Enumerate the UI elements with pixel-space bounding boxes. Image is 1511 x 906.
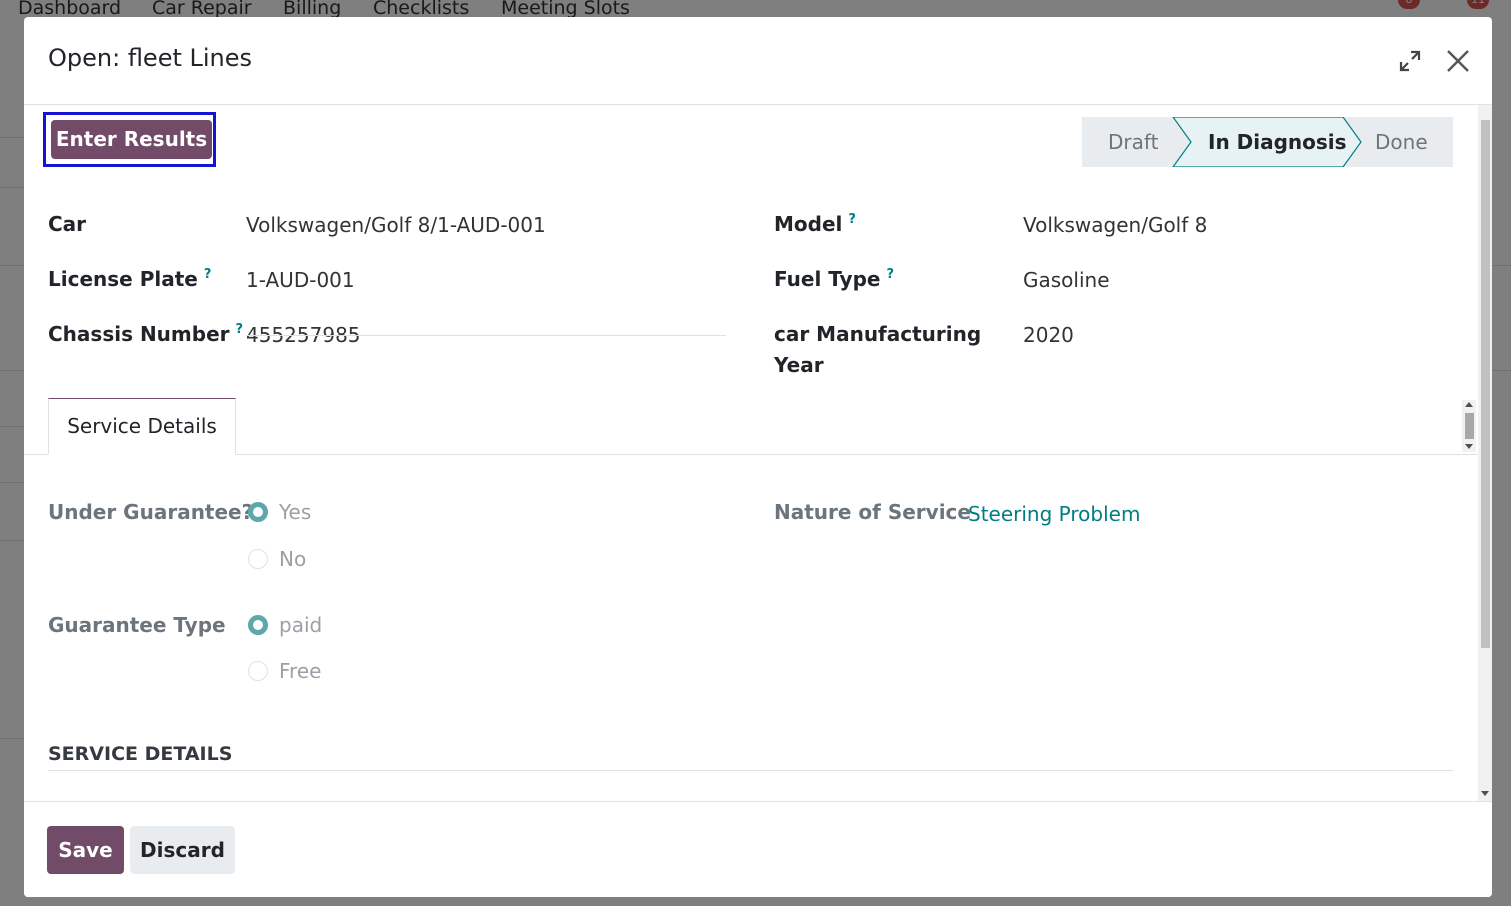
under-guarantee-label: Under Guarantee? (48, 500, 254, 524)
radio-no-label[interactable]: No (279, 547, 306, 571)
dialog-title: Open: fleet Lines (48, 44, 253, 72)
chassis-number-label: Chassis Number? (48, 322, 243, 346)
stage-done[interactable]: Done (1375, 117, 1428, 167)
guarantee-type-label: Guarantee Type (48, 613, 226, 637)
fuel-type-value: Gasoline (1023, 268, 1110, 292)
dialog-footer: Save Discard (24, 801, 1492, 897)
model-label-text: Model (774, 212, 843, 236)
model-value: Volkswagen/Golf 8 (1023, 213, 1208, 237)
radio-paid[interactable] (248, 615, 268, 635)
license-plate-label-text: License Plate (48, 267, 198, 291)
radio-yes-label[interactable]: Yes (279, 500, 311, 524)
fuel-type-label-text: Fuel Type (774, 267, 881, 291)
radio-paid-label[interactable]: paid (279, 613, 322, 637)
dialog-body[interactable]: Enter Results Draft In Diagnosis Done Ca… (24, 105, 1492, 801)
manufacturing-year-label-line2: Year (774, 353, 824, 377)
section-divider (48, 770, 1453, 771)
license-plate-value[interactable]: 1-AUD-001 (246, 268, 355, 292)
fuel-type-label: Fuel Type? (774, 267, 894, 291)
discard-button[interactable]: Discard (130, 826, 235, 874)
scroll-down-icon[interactable] (1481, 791, 1489, 796)
help-icon[interactable]: ? (886, 267, 894, 282)
section-title: SERVICE DETAILS (48, 743, 233, 765)
radio-yes[interactable] (248, 502, 268, 522)
help-icon[interactable]: ? (848, 212, 856, 227)
chassis-input-underline (246, 335, 726, 336)
dialog-header: Open: fleet Lines (24, 17, 1492, 105)
car-label: Car (48, 212, 87, 236)
dialog-scrollbar-thumb[interactable] (1481, 120, 1490, 648)
model-label: Model? (774, 212, 856, 236)
tabs-divider (24, 454, 1480, 455)
license-plate-label: License Plate? (48, 267, 211, 291)
radio-free[interactable] (248, 661, 268, 681)
chassis-number-label-text: Chassis Number (48, 322, 230, 346)
radio-free-label[interactable]: Free (279, 659, 321, 683)
fleet-lines-dialog: Open: fleet Lines Enter Results Draft In… (24, 17, 1492, 897)
help-icon[interactable]: ? (204, 267, 212, 282)
tab-service-details[interactable]: Service Details (48, 398, 236, 455)
save-button[interactable]: Save (47, 826, 124, 874)
inner-scroll-up-icon[interactable] (1465, 402, 1473, 407)
stage-draft[interactable]: Draft (1108, 117, 1158, 167)
nature-of-service-label: Nature of Service (774, 500, 971, 524)
stage-statusbar: Draft In Diagnosis Done (1082, 117, 1453, 167)
expand-icon[interactable] (1398, 49, 1422, 73)
stage-in-diagnosis[interactable]: In Diagnosis (1208, 117, 1347, 167)
car-value[interactable]: Volkswagen/Golf 8/1-AUD-001 (246, 213, 546, 237)
manufacturing-year-value: 2020 (1023, 323, 1074, 347)
inner-scrollbar-thumb[interactable] (1465, 413, 1474, 439)
radio-no[interactable] (248, 549, 268, 569)
manufacturing-year-label: car Manufacturing (774, 322, 982, 346)
close-icon[interactable] (1444, 47, 1472, 75)
nature-of-service-value[interactable]: Steering Problem (968, 502, 1140, 526)
enter-results-button[interactable]: Enter Results (51, 120, 212, 159)
inner-scroll-down-icon[interactable] (1465, 444, 1473, 449)
highlight-box: Enter Results (43, 112, 216, 167)
help-icon[interactable]: ? (236, 322, 244, 337)
